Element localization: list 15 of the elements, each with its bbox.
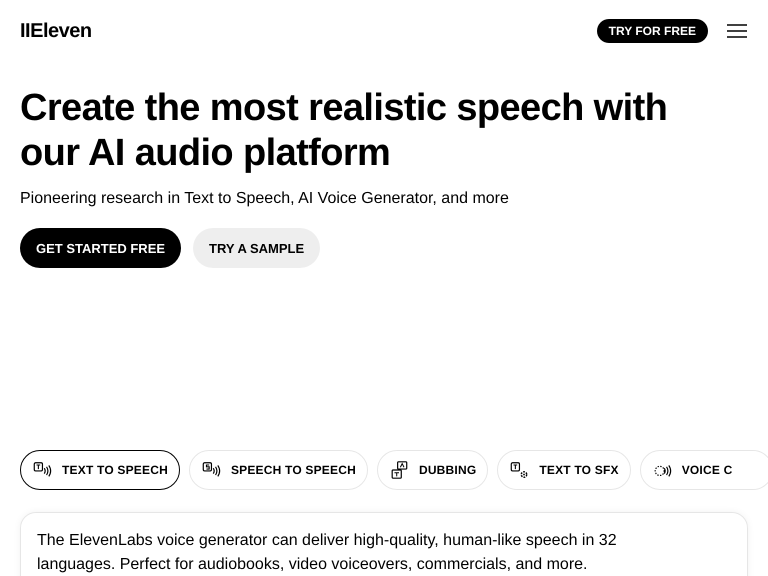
feature-tab[interactable]: DUBBING (376, 450, 488, 490)
feature-tab[interactable]: VOICE C (640, 450, 768, 490)
hero-heading: Create the most realistic speech with our AI audio platform (20, 86, 668, 176)
try-sample-button[interactable]: TRY A SAMPLE (193, 228, 320, 268)
feature-tab[interactable]: TEXT TO SPEECH (20, 450, 180, 490)
get-started-button[interactable]: GET STARTED FREE (20, 228, 182, 268)
feature-tab[interactable]: TEXT TO SFX (497, 450, 631, 490)
card-description: The ElevenLabs voice generator can deliver high-quality, human-like speech in 32 languages. Perfect for audiobooks, video voiceovers, commercials, and more. (37, 531, 618, 575)
try-for-free-button[interactable]: TRY FOR FREE (596, 19, 708, 43)
text-gear-icon (509, 460, 530, 480)
feature-tab[interactable]: SPEECH TO SPEECH (188, 450, 368, 490)
hero-subtitle: Pioneering research in Text to Speech, AI Voice Generator, and more (20, 190, 510, 208)
logo[interactable]: IIEleven (20, 20, 92, 42)
translate-icon (388, 460, 409, 480)
menu-icon[interactable] (726, 23, 748, 39)
